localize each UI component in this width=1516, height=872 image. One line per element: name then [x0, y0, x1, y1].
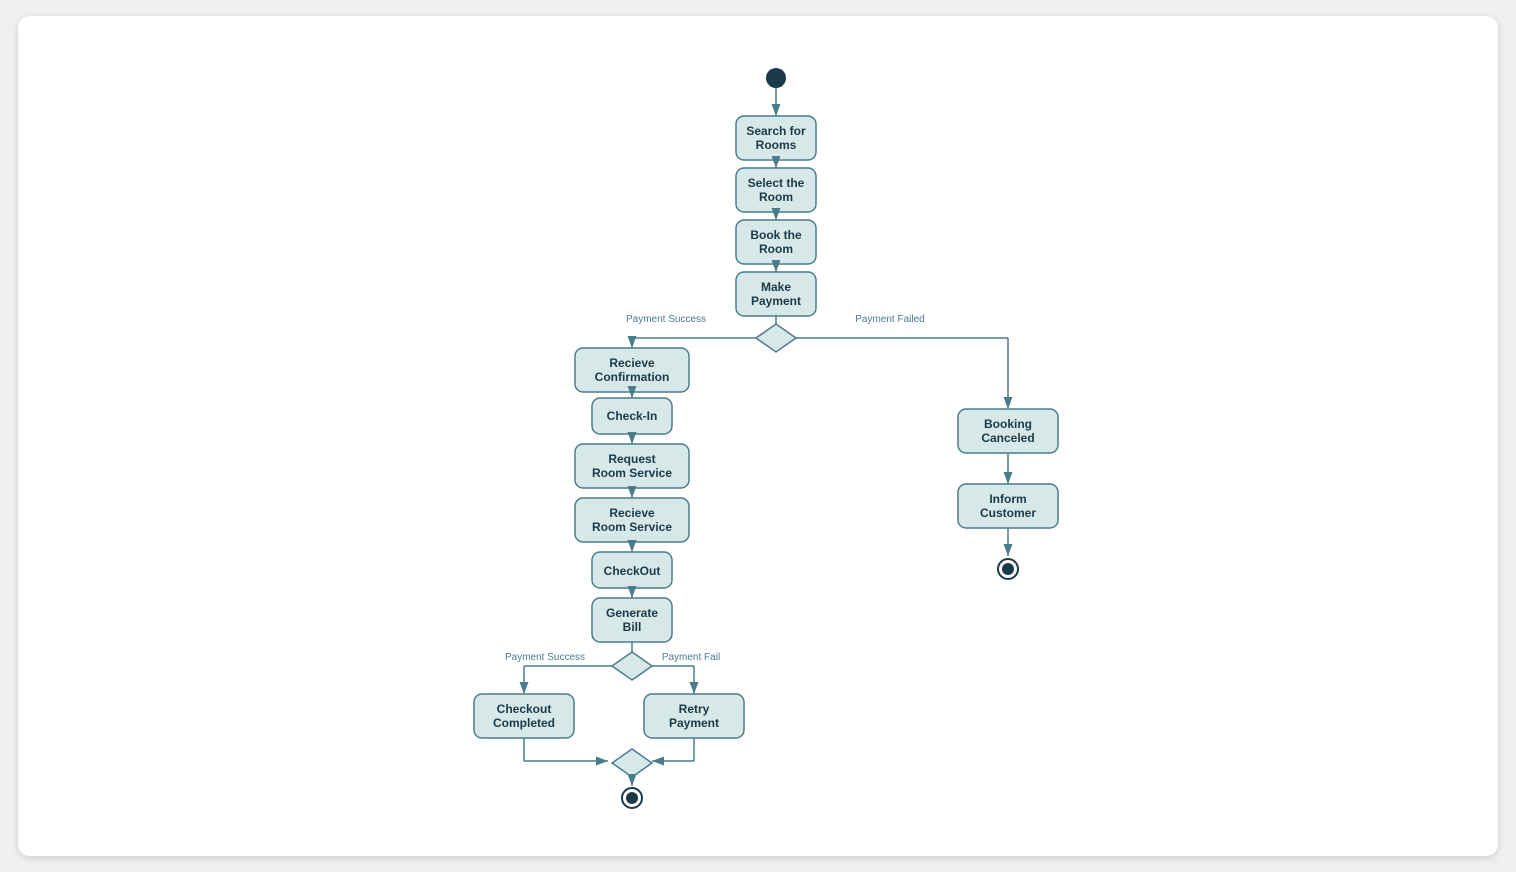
label-payment-failed: Payment Failed — [855, 314, 924, 325]
label-payment-success-bottom: Payment Success — [505, 652, 585, 663]
decision-payment — [756, 324, 796, 352]
node-checkin-text: Check-In — [607, 409, 658, 423]
diagram-container: Search for Rooms Select the Room Book th… — [18, 16, 1498, 856]
node-retry-text2: Payment — [669, 716, 719, 730]
node-complete-text2: Completed — [493, 716, 555, 730]
node-genbill-text1: Generate — [606, 606, 658, 620]
node-genbill-text2: Bill — [623, 620, 642, 634]
node-canceled-text2: Canceled — [981, 431, 1034, 445]
node-recieve-text2: Room Service — [592, 520, 672, 534]
node-payment-text1: Make — [761, 280, 791, 294]
node-complete-text1: Checkout — [497, 702, 552, 716]
start-node — [766, 68, 786, 88]
node-select-text2: Room — [759, 190, 793, 204]
end-node-2-inner — [1002, 563, 1014, 575]
node-payment-text2: Payment — [751, 294, 801, 308]
node-canceled-text1: Booking — [984, 417, 1032, 431]
decision-checkout-payment — [612, 652, 652, 680]
node-book-text1: Book the — [750, 228, 802, 242]
node-confirm-text2: Confirmation — [595, 370, 670, 384]
node-inform-text2: Customer — [980, 506, 1036, 520]
decision-final — [612, 749, 652, 777]
node-inform-text1: Inform — [989, 492, 1026, 506]
node-select-text1: Select the — [748, 176, 805, 190]
node-roomservice-text2: Room Service — [592, 466, 672, 480]
node-search-text2: Rooms — [756, 138, 797, 152]
node-book-text2: Room — [759, 242, 793, 256]
label-payment-fail-bottom: Payment Fail — [662, 652, 720, 663]
label-payment-success: Payment Success — [626, 314, 706, 325]
node-recieve-text1: Recieve — [609, 506, 655, 520]
node-search-text1: Search for — [746, 124, 806, 138]
end-node-1-inner — [626, 792, 638, 804]
node-checkout-text: CheckOut — [604, 564, 661, 578]
node-retry-text1: Retry — [679, 702, 710, 716]
node-roomservice-text1: Request — [608, 452, 655, 466]
node-confirm-text1: Recieve — [609, 356, 655, 370]
